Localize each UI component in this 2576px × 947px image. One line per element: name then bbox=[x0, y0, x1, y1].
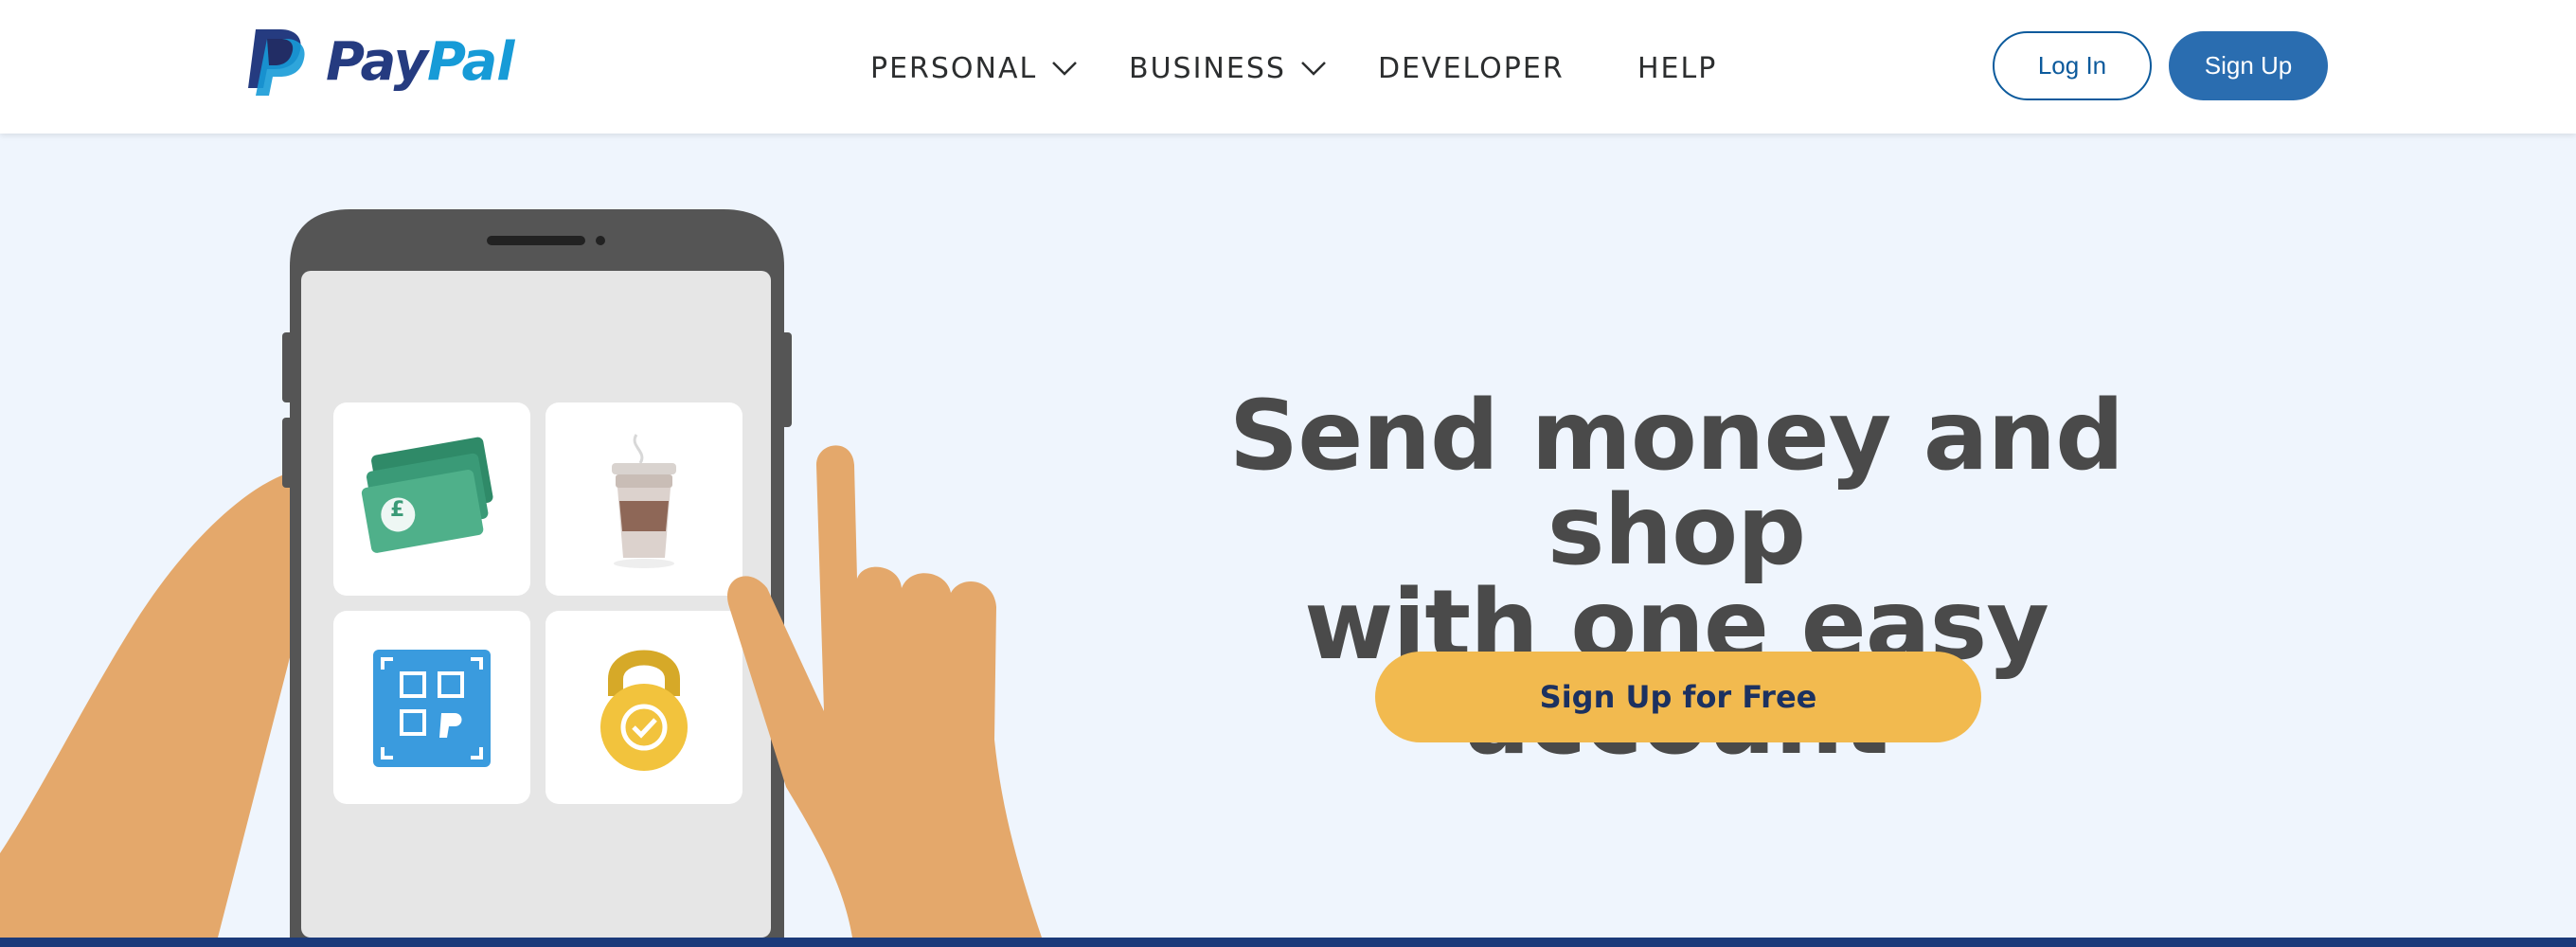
logo-pal: Pal bbox=[427, 31, 514, 93]
chevron-down-icon bbox=[1052, 62, 1078, 76]
phone-illustration: £ bbox=[282, 209, 792, 938]
qr-code-icon bbox=[373, 650, 491, 767]
footer-strip bbox=[0, 938, 2576, 947]
nav-business[interactable]: BUSINESS bbox=[1129, 45, 1326, 91]
paypal-logo[interactable]: PayPal bbox=[248, 28, 514, 97]
nav-help-label: HELP bbox=[1637, 51, 1718, 85]
login-button[interactable]: Log In bbox=[1993, 31, 2152, 100]
nav-personal-label: PERSONAL bbox=[870, 51, 1038, 85]
nav-developer[interactable]: DEVELOPER bbox=[1378, 45, 1565, 91]
nav-help[interactable]: HELP bbox=[1637, 45, 1717, 91]
nav-business-label: BUSINESS bbox=[1129, 51, 1286, 85]
nav-personal[interactable]: PERSONAL bbox=[870, 45, 1078, 91]
hero-section: £ Send money and shop with one easy Sign… bbox=[0, 134, 2576, 938]
logo-pay: Pay bbox=[326, 31, 428, 93]
paypal-mark-icon bbox=[248, 29, 305, 96]
paypal-wordmark: PayPal bbox=[326, 36, 514, 89]
chevron-down-icon bbox=[1301, 62, 1326, 76]
nav-developer-label: DEVELOPER bbox=[1378, 51, 1565, 85]
currency-symbol: £ bbox=[390, 498, 404, 522]
signup-free-button[interactable]: Sign Up for Free bbox=[1375, 652, 1981, 742]
headline-line-1: Send money and shop bbox=[1228, 380, 2124, 587]
site-header: PayPal PERSONAL BUSINESS DEVELOPER HELP … bbox=[0, 0, 2576, 134]
signup-button[interactable]: Sign Up bbox=[2169, 31, 2328, 100]
phone-hands-illustration: £ bbox=[0, 209, 1042, 938]
